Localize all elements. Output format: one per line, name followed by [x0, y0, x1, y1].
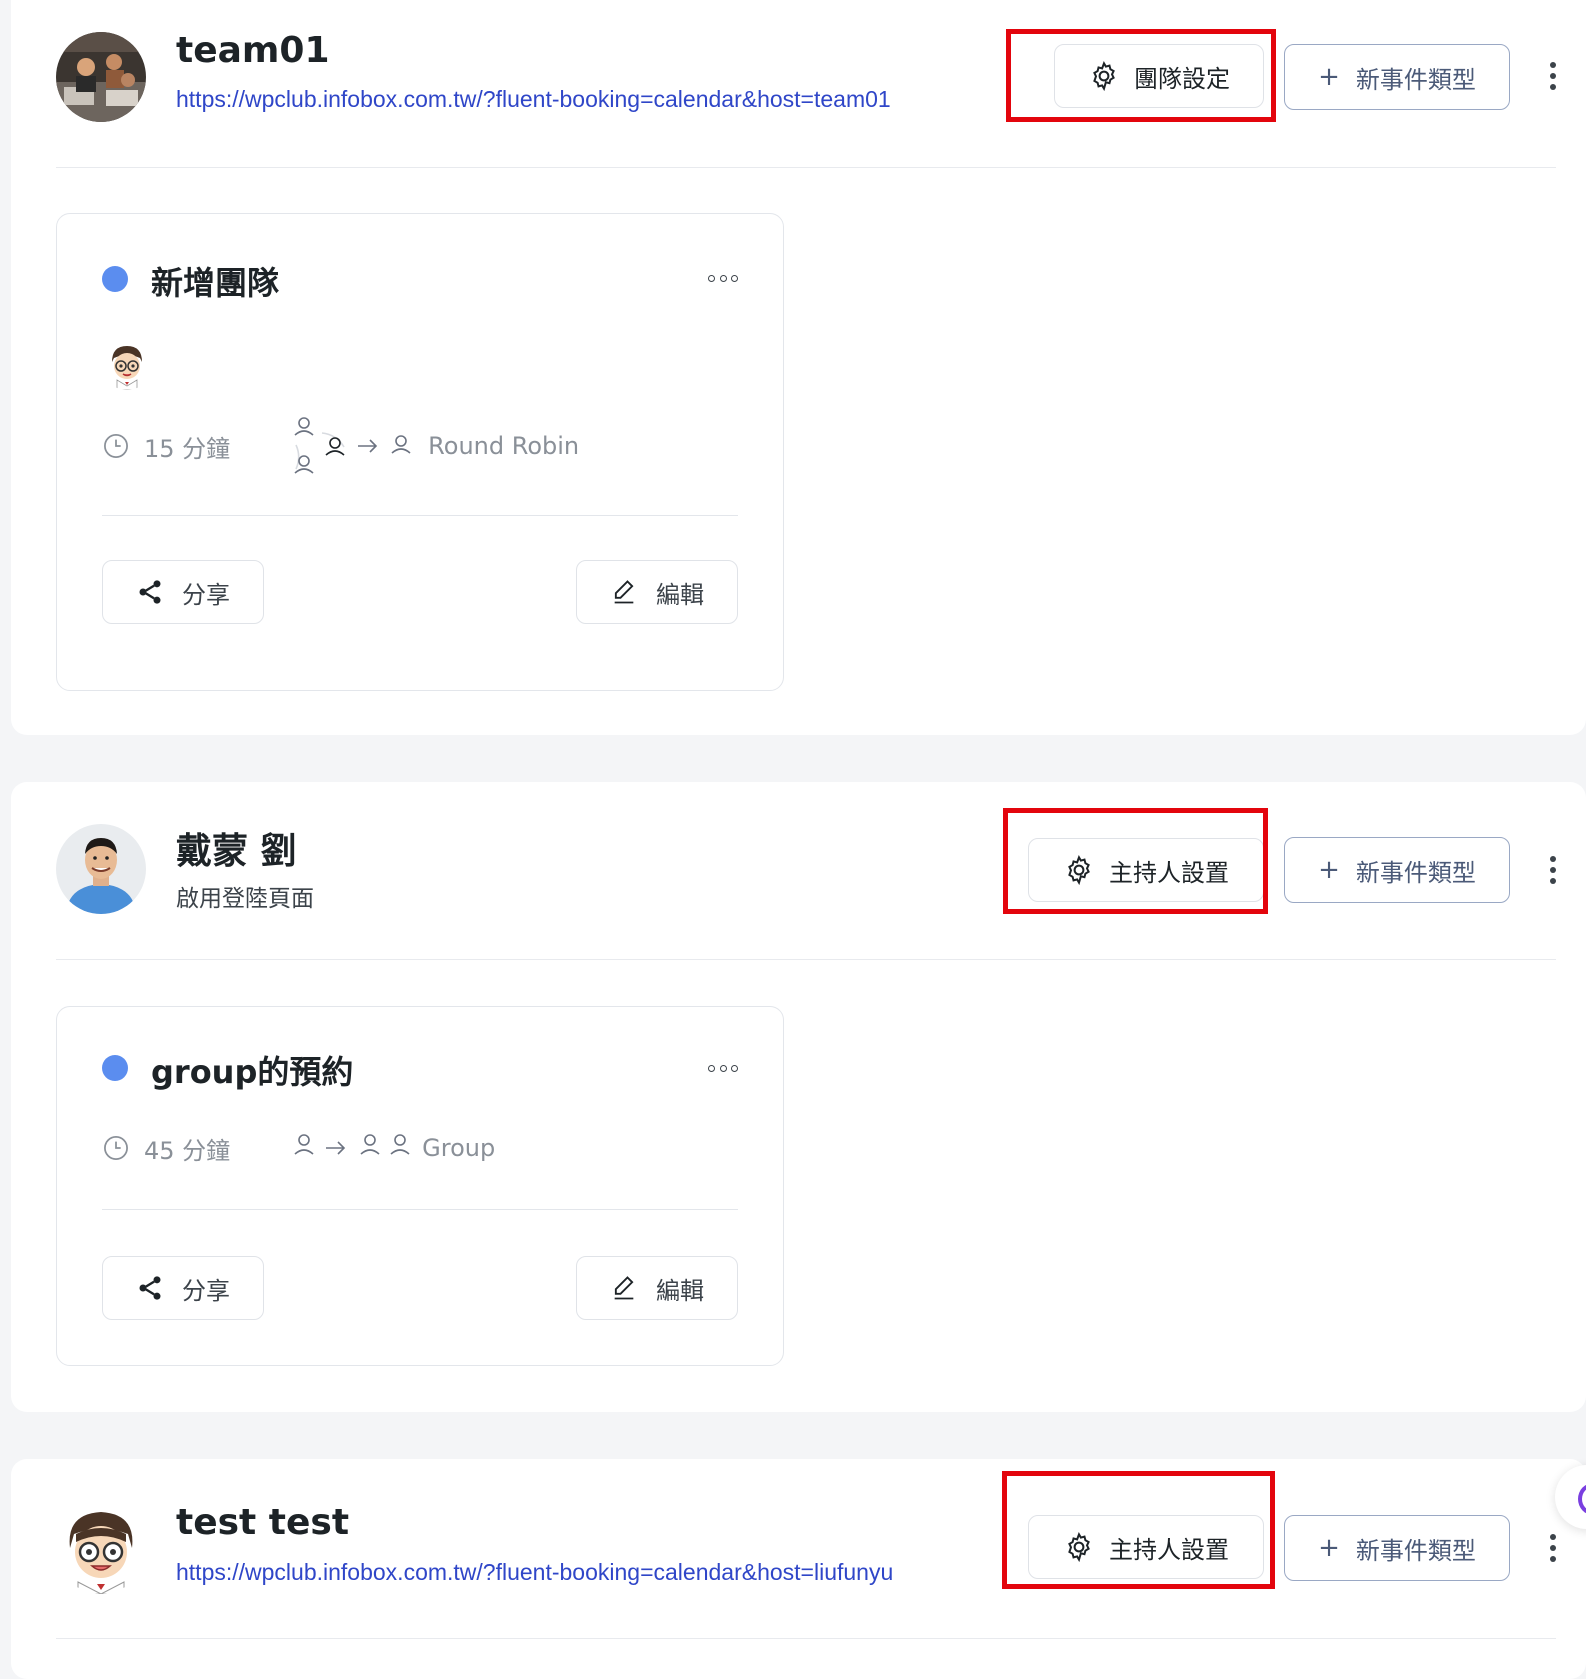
event-mode: Group [422, 1134, 496, 1162]
more-options-icon[interactable] [1541, 852, 1565, 888]
new-event-type-button[interactable]: + 新事件類型 [1284, 837, 1510, 903]
edit-label: 編輯 [656, 580, 704, 609]
new-event-label: 新事件類型 [1355, 858, 1476, 887]
member-avatar [102, 340, 152, 390]
pencil-icon [610, 578, 638, 606]
avatar [56, 824, 146, 914]
share-label: 分享 [182, 1276, 230, 1305]
gear-icon [1088, 60, 1120, 92]
host-settings-button[interactable]: 主持人設置 [1028, 838, 1264, 902]
plus-icon: + [1318, 1533, 1340, 1563]
group-icon [292, 1130, 416, 1166]
host-header: team01 https://wpclub.infobox.com.tw/?fl… [56, 0, 1556, 168]
gear-icon [1063, 854, 1095, 886]
host-name: test test [176, 1502, 350, 1543]
settings-label: 主持人設置 [1109, 1535, 1229, 1564]
event-duration: 45 分鐘 [144, 1136, 231, 1165]
edit-button[interactable]: 編輯 [576, 1256, 738, 1320]
round-robin-icon [282, 411, 422, 481]
host-booking-link[interactable]: https://wpclub.infobox.com.tw/?fluent-bo… [176, 1559, 893, 1586]
settings-label: 團隊設定 [1134, 64, 1230, 93]
clock-icon [102, 432, 130, 460]
plus-icon: + [1318, 855, 1340, 885]
card-more-icon[interactable] [708, 271, 738, 285]
host-name: team01 [176, 30, 330, 71]
avatar [56, 1504, 146, 1594]
event-card: group的預約 45 分鐘 Group 分享 編輯 [56, 1006, 784, 1366]
event-meta: 45 分鐘 Group [102, 1123, 738, 1173]
edit-label: 編輯 [656, 1276, 704, 1305]
host-section-daimeng: 戴蒙 劉 啟用登陸頁面 主持人設置 + 新事件類型 group的預約 45 分鐘… [11, 782, 1586, 1412]
event-meta: 15 分鐘 Round Robin [102, 417, 738, 474]
edit-button[interactable]: 編輯 [576, 560, 738, 624]
team-settings-button[interactable]: 團隊設定 [1054, 44, 1264, 108]
event-title: group的預約 [151, 1053, 354, 1091]
host-settings-button[interactable]: 主持人設置 [1028, 1515, 1264, 1579]
more-options-icon[interactable] [1541, 58, 1565, 94]
share-button[interactable]: 分享 [102, 1256, 264, 1320]
host-name: 戴蒙 劉 [176, 831, 297, 872]
event-color-dot [102, 266, 128, 292]
host-booking-link[interactable]: https://wpclub.infobox.com.tw/?fluent-bo… [176, 86, 891, 113]
host-section-team01: team01 https://wpclub.infobox.com.tw/?fl… [11, 0, 1586, 735]
new-event-label: 新事件類型 [1355, 1536, 1476, 1565]
landing-page-status: 啟用登陸頁面 [176, 886, 314, 912]
event-mode: Round Robin [428, 432, 580, 460]
host-header: test test https://wpclub.infobox.com.tw/… [56, 1459, 1556, 1639]
card-more-icon[interactable] [708, 1061, 738, 1075]
share-icon [136, 578, 164, 606]
share-icon [136, 1274, 164, 1302]
share-button[interactable]: 分享 [102, 560, 264, 624]
avatar [56, 32, 146, 122]
card-divider [102, 515, 738, 516]
settings-label: 主持人設置 [1109, 858, 1229, 887]
plus-icon: + [1318, 62, 1340, 92]
share-label: 分享 [182, 580, 230, 609]
host-section-test: test test https://wpclub.infobox.com.tw/… [11, 1459, 1586, 1679]
pencil-icon [610, 1274, 638, 1302]
event-color-dot [102, 1055, 128, 1081]
more-options-icon[interactable] [1541, 1530, 1565, 1566]
new-event-type-button[interactable]: + 新事件類型 [1284, 1515, 1510, 1581]
new-event-type-button[interactable]: + 新事件類型 [1284, 44, 1510, 110]
event-duration: 15 分鐘 [144, 434, 231, 463]
event-card: 新增團隊 15 分鐘 Round Robin 分享 編輯 [56, 213, 784, 691]
card-divider [102, 1209, 738, 1210]
event-title: 新增團隊 [151, 264, 280, 302]
clock-icon [102, 1134, 130, 1162]
host-header: 戴蒙 劉 啟用登陸頁面 主持人設置 + 新事件類型 [56, 782, 1556, 960]
new-event-label: 新事件類型 [1355, 65, 1476, 94]
gear-icon [1063, 1531, 1095, 1563]
